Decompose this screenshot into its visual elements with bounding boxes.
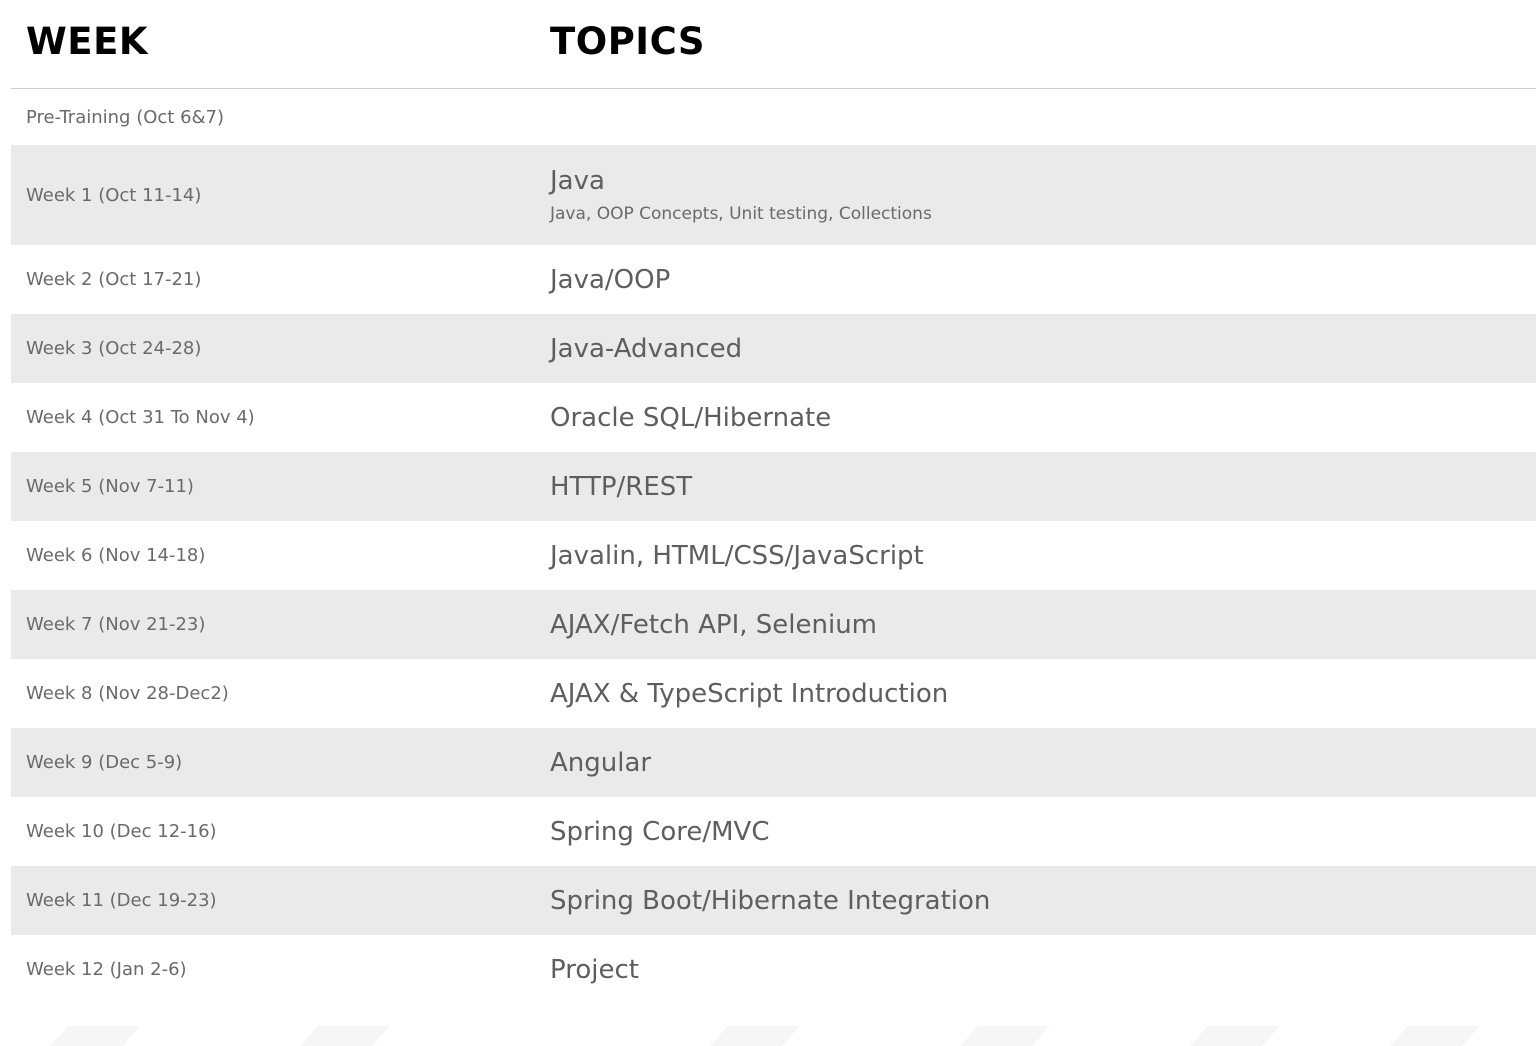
topic-title: Spring Core/MVC <box>550 816 770 847</box>
decorative-chevron <box>960 1026 1050 1046</box>
week-cell: Week 1 (Oct 11-14) <box>26 184 202 206</box>
topic-title: HTTP/REST <box>550 471 693 502</box>
table-row: Week 4 (Oct 31 To Nov 4) Oracle SQL/Hibe… <box>11 383 1536 452</box>
schedule-table: WEEK TOPICS Pre-Training (Oct 6&7) Week … <box>11 0 1536 1004</box>
footer-decoration <box>0 1026 1539 1046</box>
week-cell: Week 12 (Jan 2-6) <box>26 959 187 980</box>
topic-detail: Java, OOP Concepts, Unit testing, Collec… <box>550 204 932 224</box>
table-row: Week 1 (Oct 11-14) Java Java, OOP Concep… <box>11 145 1536 245</box>
decorative-chevron <box>710 1026 800 1046</box>
topic-title: Java <box>550 166 605 196</box>
week-cell: Pre-Training (Oct 6&7) <box>26 106 225 128</box>
decorative-chevron <box>1390 1026 1480 1046</box>
week-cell: Week 5 (Nov 7-11) <box>26 476 194 497</box>
topic-cell: Java Java, OOP Concepts, Unit testing, C… <box>550 166 1536 224</box>
table-row: Week 6 (Nov 14-18) Javalin, HTML/CSS/Jav… <box>11 521 1536 590</box>
topic-title: Java-Advanced <box>550 333 743 364</box>
topic-title: Spring Boot/Hibernate Integration <box>550 885 991 916</box>
week-cell: Week 11 (Dec 19-23) <box>26 890 217 911</box>
table-header: WEEK TOPICS <box>11 0 1536 89</box>
table-row: Week 2 (Oct 17-21) Java/OOP <box>11 245 1536 314</box>
week-cell: Week 6 (Nov 14-18) <box>26 545 206 566</box>
table-row: Pre-Training (Oct 6&7) <box>11 89 1536 145</box>
table-row: Week 10 (Dec 12-16) Spring Core/MVC <box>11 797 1536 866</box>
topic-title: Javalin, HTML/CSS/JavaScript <box>550 540 924 571</box>
topic-title: AJAX/Fetch API, Selenium <box>550 609 878 640</box>
week-column-header: WEEK <box>26 20 149 63</box>
table-row: Week 9 (Dec 5-9) Angular <box>11 728 1536 797</box>
table-row: Week 12 (Jan 2-6) Project <box>11 935 1536 1004</box>
table-row: Week 7 (Nov 21-23) AJAX/Fetch API, Selen… <box>11 590 1536 659</box>
topic-title: Java/OOP <box>550 264 671 295</box>
week-cell: Week 3 (Oct 24-28) <box>26 338 202 359</box>
table-row: Week 5 (Nov 7-11) HTTP/REST <box>11 452 1536 521</box>
topic-title: Project <box>550 954 639 985</box>
topic-title: Oracle SQL/Hibernate <box>550 402 832 433</box>
table-row: Week 8 (Nov 28-Dec2) AJAX & TypeScript I… <box>11 659 1536 728</box>
decorative-chevron <box>1190 1026 1280 1046</box>
decorative-chevron <box>50 1026 140 1046</box>
week-cell: Week 10 (Dec 12-16) <box>26 821 217 842</box>
topics-column-header: TOPICS <box>550 20 706 63</box>
week-cell: Week 8 (Nov 28-Dec2) <box>26 683 229 704</box>
decorative-chevron <box>300 1026 390 1046</box>
week-cell: Week 7 (Nov 21-23) <box>26 614 206 635</box>
table-row: Week 3 (Oct 24-28) Java-Advanced <box>11 314 1536 383</box>
topic-title: AJAX & TypeScript Introduction <box>550 678 949 709</box>
week-cell: Week 9 (Dec 5-9) <box>26 752 183 773</box>
topic-title: Angular <box>550 747 652 778</box>
week-cell: Week 2 (Oct 17-21) <box>26 269 202 290</box>
table-row: Week 11 (Dec 19-23) Spring Boot/Hibernat… <box>11 866 1536 935</box>
week-cell: Week 4 (Oct 31 To Nov 4) <box>26 407 255 428</box>
page: WEEK TOPICS Pre-Training (Oct 6&7) Week … <box>0 0 1539 1046</box>
